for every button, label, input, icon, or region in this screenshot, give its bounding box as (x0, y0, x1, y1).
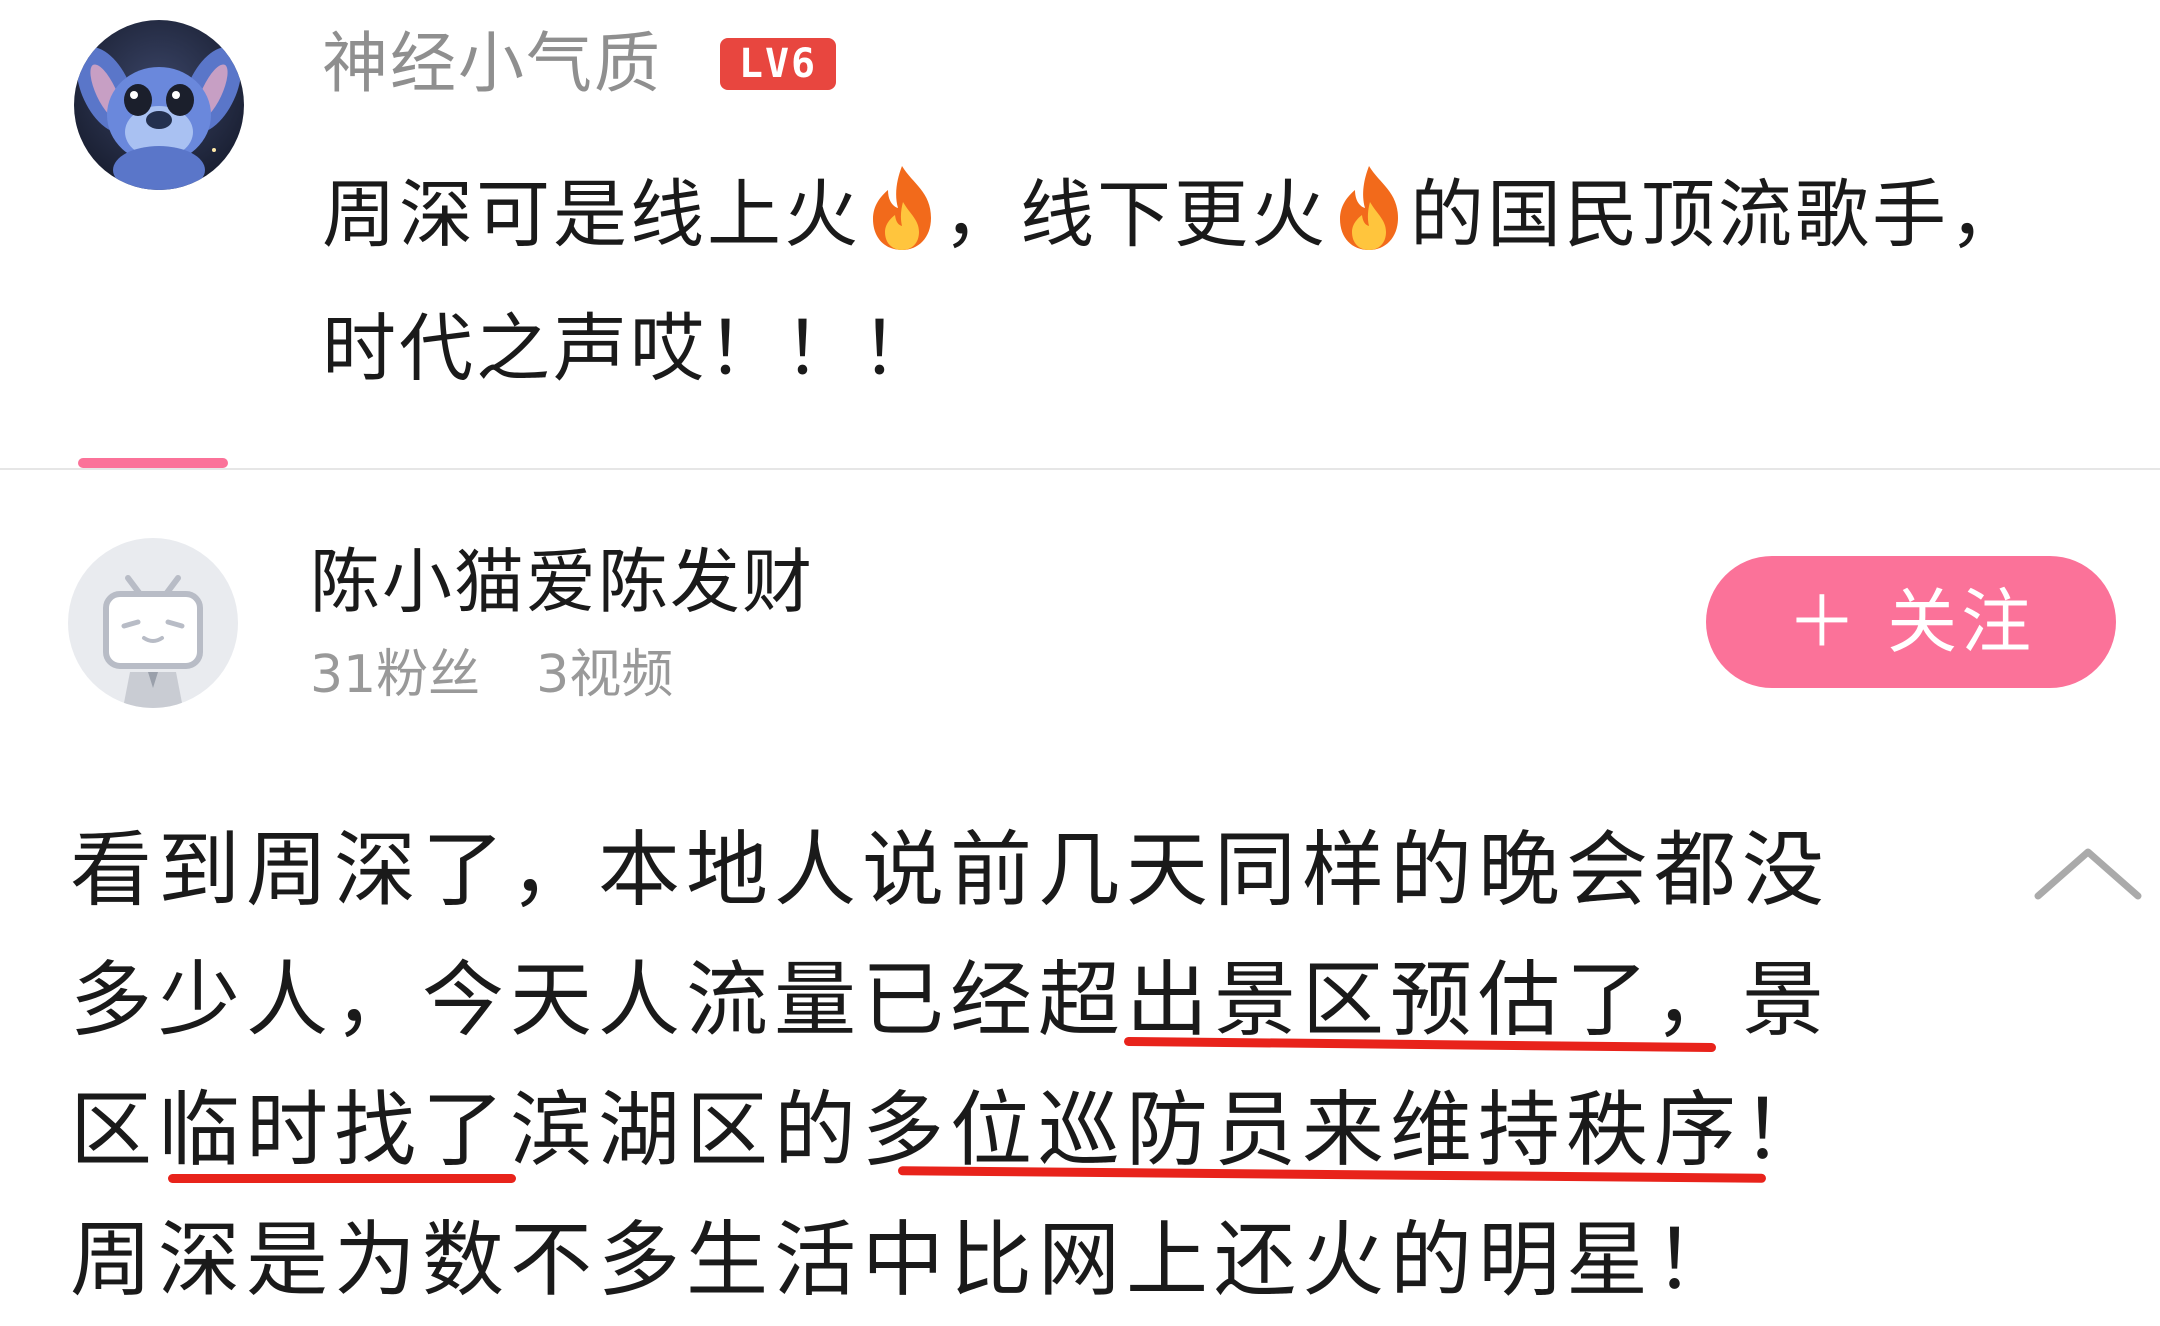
fans-count: 31粉丝 (310, 645, 481, 705)
comment-text-part: ，线下更火 (943, 172, 1328, 258)
avatar[interactable] (74, 20, 244, 190)
top-comment: 神经小气质 LV6 周深可是线上火 ，线下更火 的国民顶流歌手，时代之声哎！！！ (0, 0, 2160, 470)
video-count: 3视频 (536, 645, 674, 705)
tab-indicator (78, 458, 228, 468)
fire-icon (1328, 162, 1410, 254)
post-line: 周深是为数不多生活中比网上还火的明星！ (70, 1213, 1743, 1308)
user-stats: 31粉丝 3视频 (310, 640, 729, 710)
chevron-up-icon[interactable] (2030, 838, 2146, 908)
highlight-underline (168, 1174, 516, 1183)
follow-button[interactable]: ＋ 关注 (1706, 556, 2116, 688)
fire-icon (861, 162, 943, 254)
default-avatar[interactable] (68, 538, 238, 708)
divider (0, 468, 2160, 470)
level-badge: LV6 (720, 38, 836, 90)
comment-text-part: 周深可是线上火 (322, 172, 861, 258)
user-name[interactable]: 陈小猫爱陈发财 (310, 540, 814, 624)
comment-text: 周深可是线上火 ，线下更火 的国民顶流歌手，时代之声哎！！！ (322, 148, 2102, 416)
stitch-avatar-icon (76, 47, 242, 190)
post-line: 区临时找了滨湖区的多位巡防员来维持秩序！ (70, 1083, 1831, 1178)
post-line: 看到周深了，本地人说前几天同样的晚会都没 (70, 823, 1831, 918)
post-text: 看到周深了，本地人说前几天同样的晚会都没 多少人，今天人流量已经超出景区预估了，… (70, 806, 1930, 1326)
comment-username[interactable]: 神经小气质 (322, 22, 662, 106)
tv-mascot-icon (103, 575, 203, 708)
post-line: 多少人，今天人流量已经超出景区预估了，景 (70, 953, 1831, 1048)
